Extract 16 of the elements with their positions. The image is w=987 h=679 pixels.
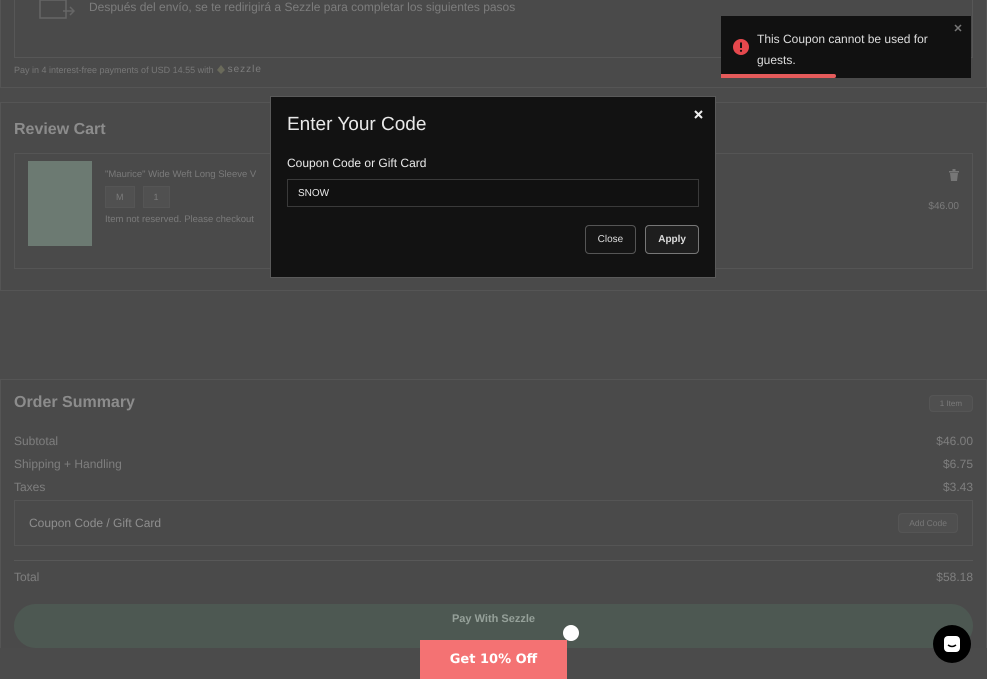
chat-bubble-icon (943, 635, 961, 653)
card-arrow-icon (39, 0, 75, 21)
toast-message: This Coupon cannot be used for guests. (757, 31, 929, 69)
section-title: Review Cart (14, 121, 106, 139)
error-icon (733, 39, 749, 55)
coupon-placeholder: Coupon Code / Gift Card (29, 516, 162, 530)
modal-title: Enter Your Code (287, 114, 428, 136)
discount-button[interactable]: Get 10% Off (420, 640, 567, 679)
close-button[interactable]: Close (584, 225, 636, 254)
chat-button[interactable] (933, 625, 971, 663)
round-dot-icon[interactable] (563, 625, 579, 641)
field-label: Coupon Code or Gift Card (287, 156, 428, 170)
pay-button[interactable]: Pay With Sezzle (14, 604, 973, 648)
coupon-code-field[interactable]: SNOW (287, 179, 699, 207)
apply-button[interactable]: Apply (645, 225, 699, 254)
section-title: Order Summary (14, 394, 135, 412)
